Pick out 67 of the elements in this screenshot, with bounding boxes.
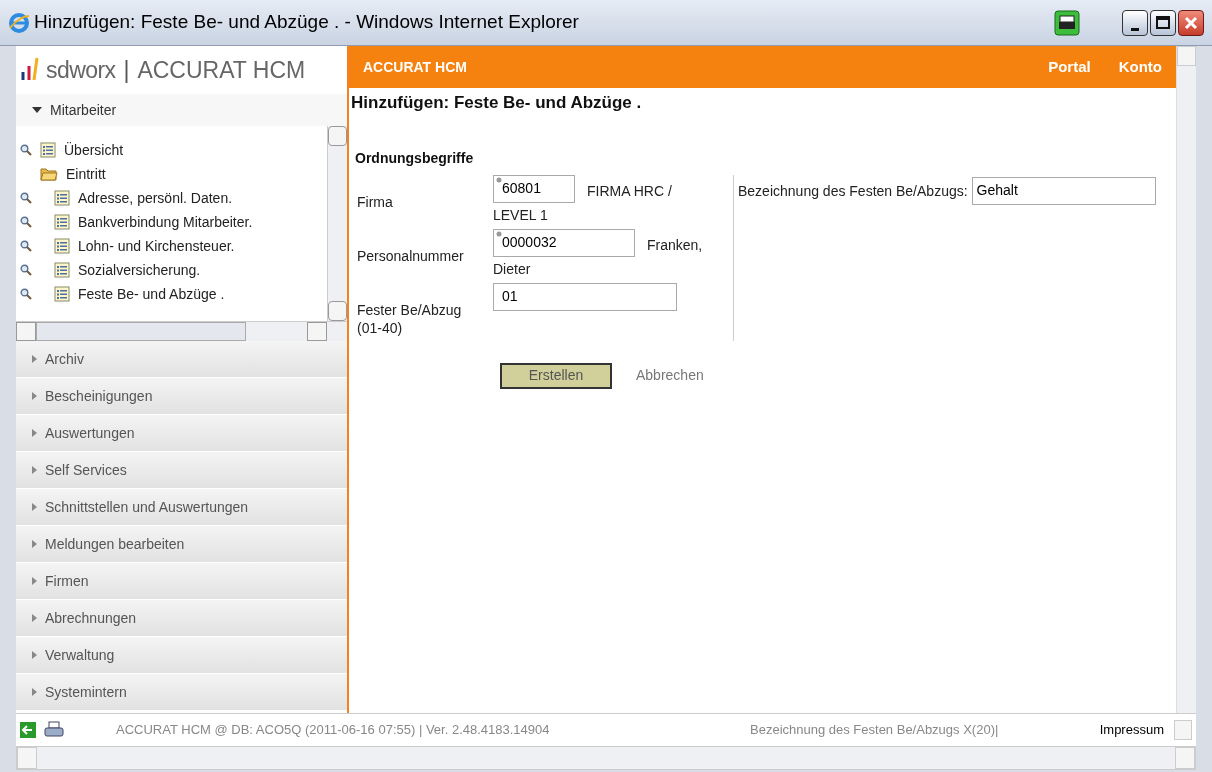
window-title: Hinzufügen: Feste Be- und Abzüge . - Windows Internet Explorer xyxy=(34,10,579,35)
field-description: LEVEL 1 xyxy=(493,205,548,225)
search-icon[interactable] xyxy=(20,144,32,156)
accordion-header[interactable]: Bescheinigungen xyxy=(16,378,347,415)
document-list-icon xyxy=(54,262,70,278)
accordion-header[interactable]: Self Services xyxy=(16,452,347,489)
cancel-link[interactable]: Abbrechen xyxy=(636,365,704,386)
tree-item[interactable]: Bankverbindung Mitarbeiter. xyxy=(78,211,253,233)
tree-item[interactable]: Übersicht xyxy=(64,139,124,161)
accordion-header[interactable]: Abrechnungen xyxy=(16,600,347,637)
maximize-button[interactable] xyxy=(1150,9,1176,36)
panel-title[interactable]: Mitarbeiter xyxy=(50,99,117,121)
caret-icon[interactable] xyxy=(32,107,42,113)
tree-item[interactable]: Lohn- und Kirchensteuer. xyxy=(78,235,235,257)
tree-item[interactable]: Adresse, persönl. Daten. xyxy=(78,187,233,209)
logo-product: ACCURAT HCM xyxy=(137,55,306,85)
input-field[interactable]: 60801 xyxy=(493,174,575,203)
search-icon[interactable] xyxy=(20,216,32,228)
input-field[interactable]: 01 xyxy=(493,282,677,311)
accordion-header[interactable]: Systemintern xyxy=(16,674,347,711)
header-app-name: ACCURAT HCM xyxy=(363,57,468,77)
accordion-header[interactable]: Auswertungen xyxy=(16,415,347,452)
tree-item[interactable]: Feste Be- und Abzüge . xyxy=(78,283,225,305)
vertical-scrollbar[interactable] xyxy=(327,126,347,321)
page-scrollbar[interactable] xyxy=(1176,46,1196,713)
search-icon[interactable] xyxy=(20,264,32,276)
document-list-icon xyxy=(54,286,70,302)
close-button[interactable] xyxy=(1178,9,1204,36)
field-label: Firma xyxy=(357,192,394,211)
imprint-link[interactable]: Impressum xyxy=(1099,720,1164,740)
tree-item[interactable]: Eintritt xyxy=(66,163,106,185)
document-list-icon xyxy=(54,238,70,254)
document-list-icon xyxy=(40,142,56,158)
browser-logo-icon xyxy=(8,11,30,34)
close-icon xyxy=(1184,15,1198,30)
accordion-header[interactable]: Archiv xyxy=(16,341,347,378)
status-info: ACCURAT HCM @ DB: ACO5Q (2011-06-16 07:55) | Ver. 2.48.4183.14904 xyxy=(116,721,551,740)
search-icon[interactable] xyxy=(20,240,32,252)
search-icon[interactable] xyxy=(20,192,32,204)
status-hint: Bezeichnung des Festen Be/Abzugs X(20)| xyxy=(750,721,1000,740)
document-list-icon xyxy=(54,214,70,230)
search-icon[interactable] xyxy=(20,288,32,300)
field-description: Franken, xyxy=(647,235,703,255)
field-description: Dieter xyxy=(493,259,531,279)
field-label: Personalnummer xyxy=(357,246,465,265)
field-label: Bezeichnung des Festen Be/Abzugs: xyxy=(738,181,968,201)
accordion-header[interactable]: Schnittstellen und Auswertungen xyxy=(16,489,347,526)
accordion-header[interactable]: Firmen xyxy=(16,563,347,600)
form-section-title: Ordnungsbegriffe xyxy=(355,148,475,168)
horizontal-scrollbar[interactable] xyxy=(16,321,347,341)
accordion-header[interactable]: Verwaltung xyxy=(16,637,347,674)
create-button[interactable]: Erstellen xyxy=(500,362,612,389)
input-field[interactable]: 0000032 xyxy=(493,228,635,257)
field-description: FIRMA HRC / xyxy=(587,181,672,201)
accordion-header[interactable]: Meldungen bearbeiten xyxy=(16,526,347,563)
folder-icon xyxy=(40,167,58,181)
back-arrow-icon[interactable] xyxy=(20,722,36,738)
minimize-button[interactable] xyxy=(1122,9,1148,36)
document-list-icon xyxy=(54,190,70,206)
field-label: Fester Be/Abzug (01-40) xyxy=(357,300,463,337)
printer-icon[interactable] xyxy=(1054,9,1080,36)
horizontal-scrollbar[interactable] xyxy=(16,746,1196,770)
page-title: Hinzufügen: Feste Be- und Abzüge . xyxy=(350,92,643,114)
tree-item[interactable]: Sozialversicherung. xyxy=(78,259,201,281)
logo-separator: | xyxy=(123,55,130,85)
input-field[interactable]: Gehalt xyxy=(971,176,1156,205)
logo-brand: sdworx xyxy=(46,55,116,85)
